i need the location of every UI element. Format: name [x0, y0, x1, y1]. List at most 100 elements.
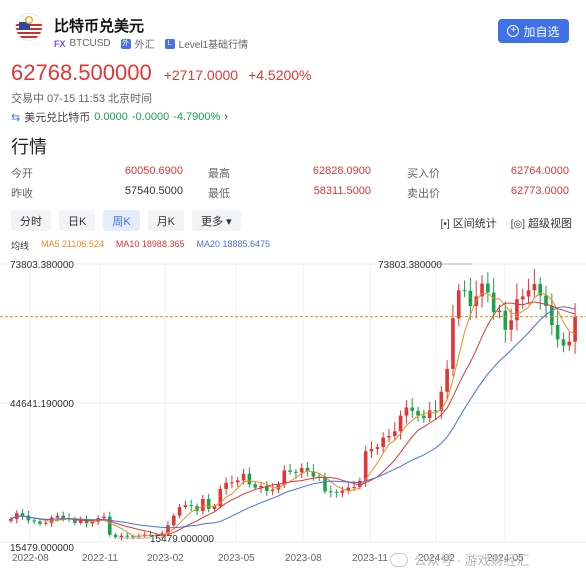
tab-more[interactable]: 更多 ▾: [192, 210, 241, 231]
candle-body: [113, 534, 118, 538]
add-watchlist-button[interactable]: + 加自选: [498, 19, 569, 43]
candle-body: [491, 292, 496, 313]
candle-body: [230, 482, 234, 484]
x-tick-label: 2023-05: [218, 553, 255, 564]
ma10-legend: MA10 18988.365: [115, 239, 185, 249]
market-icon: 外: [120, 38, 131, 49]
candle-body: [555, 325, 560, 340]
ma10-line: [10, 301, 576, 537]
candle-body: [235, 480, 240, 483]
candle-body: [102, 516, 106, 519]
candle-body: [201, 499, 205, 511]
candle-body: [561, 339, 566, 346]
y-tick-label: 73803.380000: [10, 260, 74, 271]
prev-close-label: 昨收: [11, 188, 33, 200]
candle-body: [125, 535, 130, 537]
reverse-change: -0.0000: [131, 111, 170, 123]
chevron-right-icon: ›: [224, 111, 228, 123]
high-value: 62828.0900: [312, 165, 371, 177]
candle-body: [416, 410, 420, 416]
candle-body: [567, 341, 572, 346]
level-icon: L: [164, 38, 175, 49]
range-stats-button[interactable]: [•] 区间统计: [441, 215, 497, 231]
chart-tools: [•] 区间统计 [◎] 超级视图: [441, 215, 572, 231]
candle-body: [497, 310, 502, 313]
trading-status: 交易中 07-15 11:53 北京时间: [11, 93, 153, 105]
instrument-tags: FX BTCUSD 外 外汇 L Level1基础行情: [54, 36, 248, 51]
candle-body: [363, 451, 368, 481]
ma5-legend: MA5 21106.524: [41, 239, 104, 249]
candle-body: [334, 491, 339, 493]
open-value: 60050.6900: [124, 165, 183, 177]
fx-badge: FX: [54, 38, 66, 49]
candle-body: [49, 517, 54, 523]
tab-daily[interactable]: 日K: [59, 210, 96, 231]
header: 比特币兑美元 FX BTCUSD 外 外汇 L Level1基础行情 + 加自选: [0, 0, 586, 56]
candle-body: [375, 447, 380, 449]
candle-body: [20, 513, 25, 516]
ma5-line: [10, 292, 576, 537]
price-row: 62768.500000 +2717.0000 +4.5200%: [11, 60, 312, 86]
market-label: 外汇: [134, 40, 155, 51]
candle-body: [387, 436, 391, 438]
candle-body: [392, 431, 397, 437]
low-value: 58311.5000: [313, 185, 371, 197]
candle-body: [352, 487, 356, 489]
candle-body: [253, 484, 257, 488]
min-annotation: 15479.000000: [150, 534, 214, 545]
candle-body: [422, 415, 426, 418]
candle-body: [462, 290, 467, 292]
super-view-button[interactable]: [◎] 超级视图: [511, 215, 572, 231]
candle-body: [183, 505, 188, 508]
candle-body: [550, 305, 554, 326]
candle-body: [340, 490, 345, 493]
kline-chart[interactable]: 2022-08 2022-11 2023-02 2023-05 2023-08 2023-…: [0, 252, 586, 581]
candle-body: [509, 320, 513, 330]
add-watchlist-label: 加自选: [523, 24, 560, 39]
swap-icon: ⇆: [11, 111, 21, 124]
x-tick-label: 2023-02: [147, 553, 184, 564]
candle-body: [206, 499, 211, 510]
candle-body: [224, 482, 228, 489]
candle-body: [404, 407, 409, 416]
instrument-title: 比特币兑美元: [54, 18, 145, 35]
high-label: 最高: [208, 168, 230, 180]
candle-body: [32, 520, 36, 522]
candle-body: [445, 368, 449, 392]
candle-body: [329, 491, 333, 493]
tab-weekly[interactable]: 周K: [103, 210, 140, 231]
super-view-label: 超级视图: [528, 218, 572, 230]
candle-body: [573, 316, 577, 342]
candle-body: [107, 516, 112, 535]
candle-body: [247, 473, 252, 485]
fullscreen-icon: [◎]: [510, 219, 525, 230]
reverse-quote-link[interactable]: ⇆ 美元兑比特币 0.0000 -0.0000 -4.7900% ›: [11, 109, 228, 125]
candle-body: [526, 290, 531, 297]
y-tick-label: 15479.000000: [10, 543, 74, 554]
reverse-price: 0.0000: [94, 111, 128, 123]
x-tick-label: 2023-11: [352, 553, 388, 564]
bid-label: 买入价: [407, 168, 440, 180]
candle-body: [451, 318, 455, 369]
candle-body: [532, 284, 537, 291]
reverse-label: 美元兑比特币: [24, 112, 91, 124]
price-change-pct: +4.5200%: [248, 67, 312, 83]
price-change: +2717.0000: [163, 67, 239, 83]
tab-intraday[interactable]: 分时: [11, 210, 51, 231]
tab-monthly[interactable]: 月K: [147, 210, 185, 231]
range-icon: [•]: [440, 219, 450, 230]
candle-body: [9, 519, 13, 521]
watermark: 公众号 · 游戏财经汇: [390, 550, 530, 569]
open-label: 今开: [11, 168, 33, 180]
ma-legend: 均线 MA5 21106.524 MA10 18988.365 MA20 188…: [11, 239, 270, 252]
candle-body: [381, 437, 385, 448]
bid-value: 62764.0000: [510, 165, 569, 177]
candle-body: [90, 521, 95, 524]
level-label: Level1基础行情: [178, 40, 249, 51]
candle-body: [119, 535, 124, 538]
reverse-pct: -4.7900%: [173, 111, 221, 123]
candle-body: [294, 471, 298, 473]
candle-body: [44, 522, 48, 524]
candle-body: [299, 468, 304, 473]
candle-body: [38, 521, 42, 524]
